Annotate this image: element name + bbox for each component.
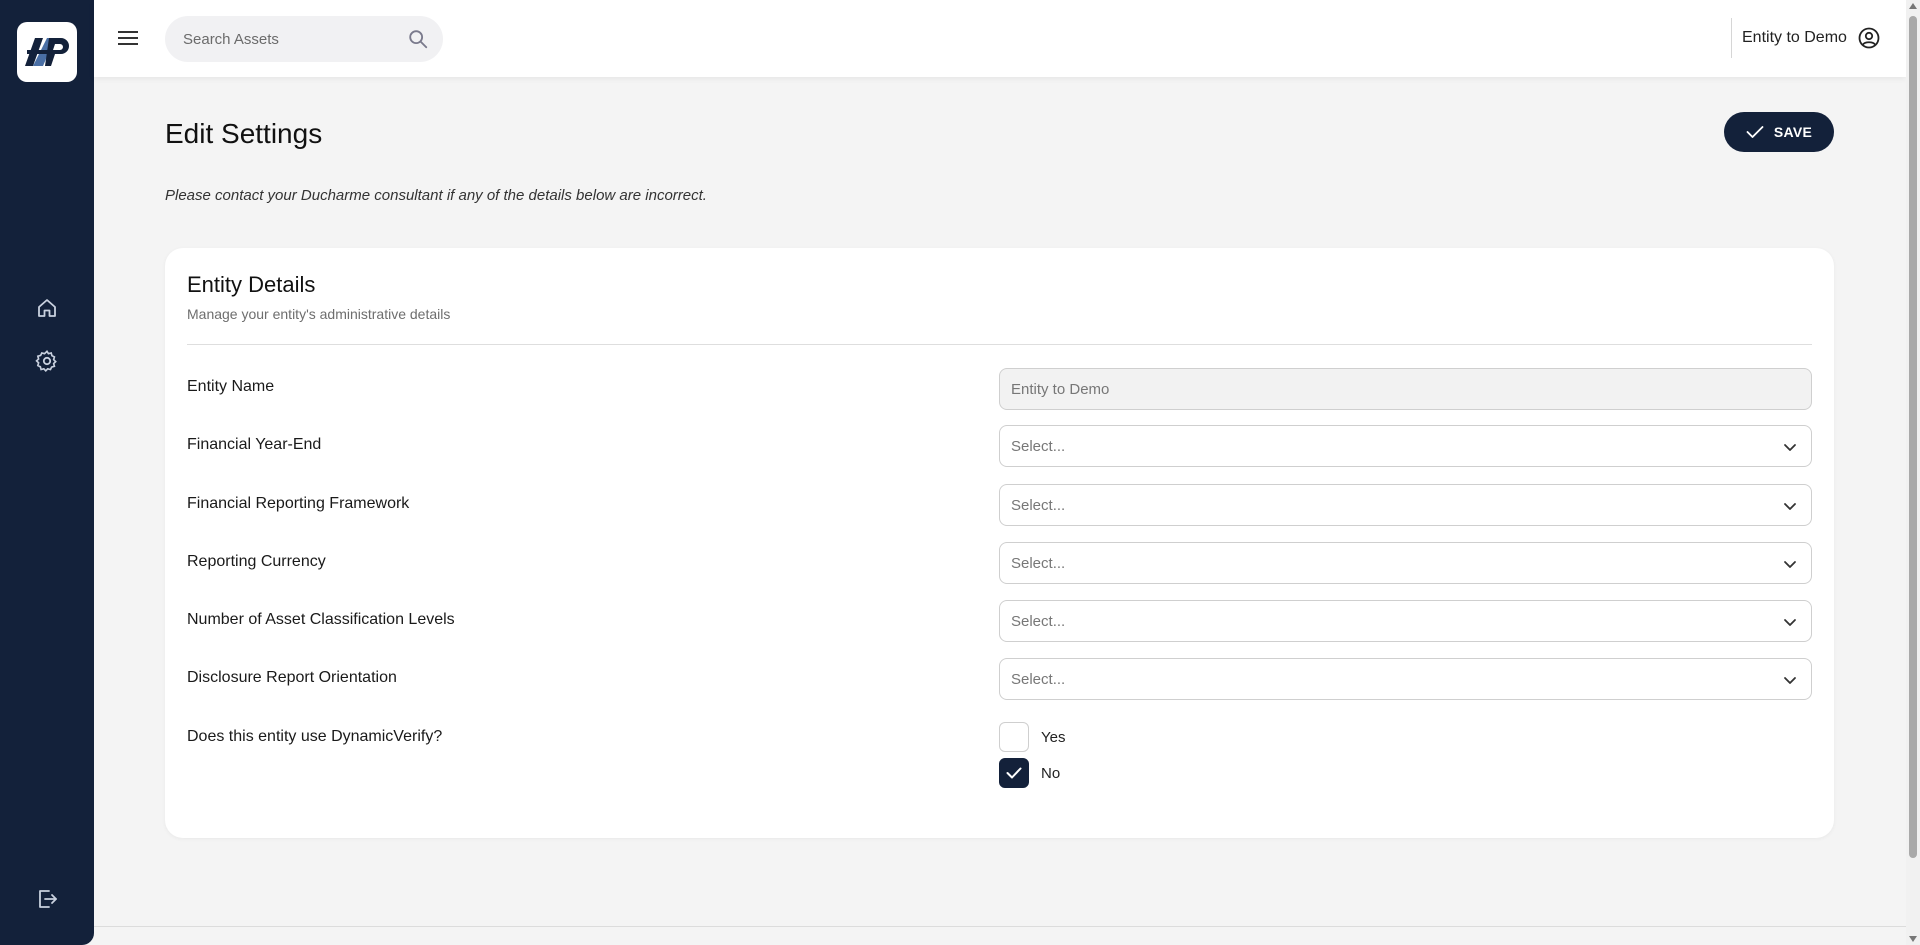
financial-reporting-framework-value: Select... [1011,496,1066,514]
dynamic-verify-label: Does this entity use DynamicVerify? [187,728,443,745]
logo-icon [25,38,69,66]
page-title: Edit Settings [165,118,323,149]
sidebar [0,0,94,945]
check-icon [1746,126,1764,138]
reporting-currency-label: Reporting Currency [187,553,326,570]
asset-classification-levels-label: Number of Asset Classification Levels [187,611,455,628]
settings-nav-button[interactable] [31,345,63,377]
yes-checkbox[interactable] [999,722,1029,752]
header-divider [1731,18,1732,58]
app-logo[interactable] [17,22,77,82]
asset-classification-levels-value: Select... [1011,612,1066,630]
reporting-currency-select[interactable]: Select... [999,542,1812,584]
menu-icon [118,31,138,45]
search-box [165,16,443,62]
page-scrollbar[interactable] [1906,0,1920,945]
home-nav-button[interactable] [31,292,63,324]
logout-icon [39,890,57,908]
financial-reporting-framework-label: Financial Reporting Framework [187,495,410,512]
financial-reporting-framework-select[interactable]: Select... [999,484,1812,526]
card-subtitle: Manage your entity's administrative deta… [187,306,451,322]
entity-name-field: Entity to Demo [999,368,1812,410]
entity-name-value: Entity to Demo [1011,380,1110,398]
home-icon [38,299,56,317]
user-name: Entity to Demo [1742,29,1847,46]
top-bar: Entity to Demo [94,0,1906,77]
financial-year-end-select[interactable]: Select... [999,425,1812,467]
card-title: Entity Details [187,272,316,297]
financial-year-end-value: Select... [1011,437,1066,455]
notice-text: Please contact your Ducharme consultant … [165,187,707,204]
entity-name-label: Entity Name [187,378,275,395]
chevron-down-icon [1784,561,1796,568]
chevron-down-icon [1784,444,1796,451]
scroll-thumb[interactable] [1909,16,1917,858]
disclosure-report-orientation-label: Disclosure Report Orientation [187,669,397,686]
yes-label: Yes [1041,728,1066,746]
asset-classification-levels-select[interactable]: Select... [999,600,1812,642]
card-divider [187,344,1812,345]
menu-toggle-button[interactable] [114,24,142,52]
check-icon [1006,767,1022,779]
scroll-down-arrow-icon[interactable] [1909,936,1917,942]
save-button[interactable]: SAVE [1724,112,1834,152]
footer-divider [94,926,1906,927]
disclosure-report-orientation-value: Select... [1011,670,1066,688]
scroll-up-arrow-icon[interactable] [1909,3,1917,9]
search-input[interactable] [165,16,443,62]
entity-details-card: Entity Details Manage your entity's admi… [165,248,1834,838]
user-circle-icon [1858,27,1880,49]
dynamic-verify-no-option[interactable]: No [999,758,1060,788]
no-checkbox[interactable] [999,758,1029,788]
disclosure-report-orientation-select[interactable]: Select... [999,658,1812,700]
gear-icon [35,349,57,373]
chevron-down-icon [1784,677,1796,684]
financial-year-end-label: Financial Year-End [187,436,322,453]
logout-button[interactable] [31,883,63,915]
no-label: No [1041,764,1061,782]
chevron-down-icon [1784,619,1796,626]
chevron-down-icon [1784,503,1796,510]
search-icon[interactable] [407,28,429,50]
reporting-currency-value: Select... [1011,554,1066,572]
dynamic-verify-yes-option[interactable]: Yes [999,722,1065,752]
save-button-label: SAVE [1773,124,1813,140]
user-menu[interactable]: Entity to Demo [1742,22,1881,54]
